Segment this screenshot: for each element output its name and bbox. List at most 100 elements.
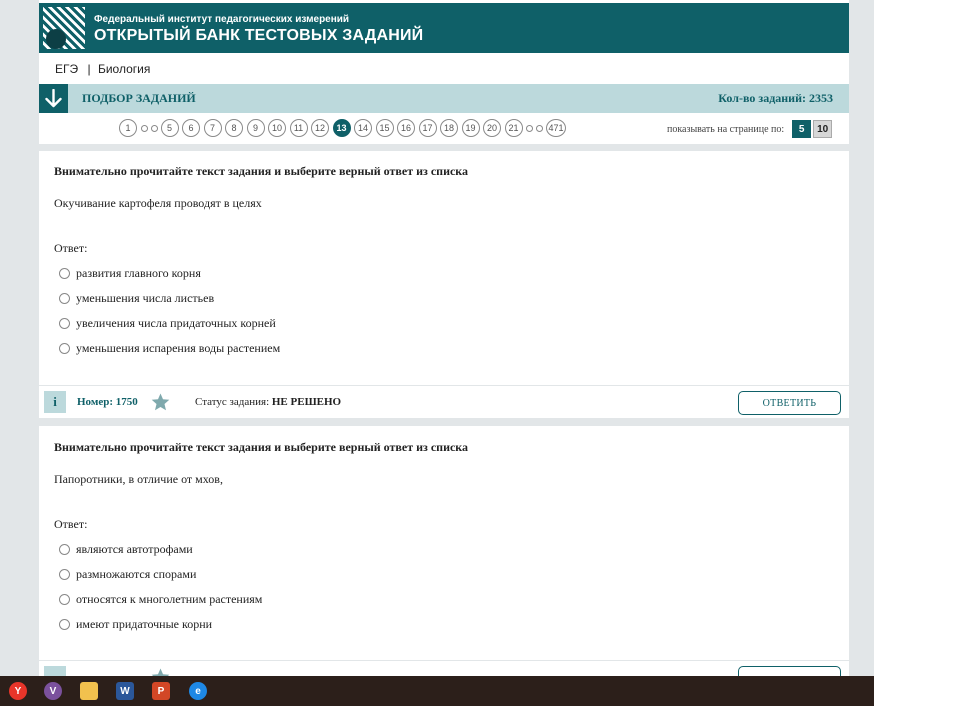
- answer-label: Ответ:: [54, 517, 88, 531]
- taskbar-app[interactable]: W: [110, 679, 140, 703]
- site-title[interactable]: ОТКРЫТЫЙ БАНК ТЕСТОВЫХ ЗАДАНИЙ: [94, 27, 423, 45]
- breadcrumb-separator: |: [87, 62, 91, 76]
- fipi-logo-icon[interactable]: [43, 7, 85, 49]
- taskbar-app[interactable]: Y: [3, 679, 33, 703]
- radio-button[interactable]: [59, 293, 70, 304]
- task-instruction: Внимательно прочитайте текст задания и в…: [54, 440, 469, 454]
- org-name: Федеральный институт педагогических изме…: [94, 14, 350, 25]
- radio-button[interactable]: [59, 318, 70, 329]
- per-page-option-5[interactable]: 5: [792, 120, 812, 138]
- answer-option[interactable]: являются автотрофами: [59, 542, 193, 557]
- page-link[interactable]: 20: [483, 119, 501, 137]
- task-selection-title[interactable]: ПОДБОР ЗАДАНИЙ: [82, 91, 196, 106]
- file-explorer-icon[interactable]: [80, 682, 98, 700]
- answer-option-text: развития главного корня: [76, 266, 201, 280]
- page-link[interactable]: 18: [440, 119, 458, 137]
- answer-option[interactable]: размножаются спорами: [59, 567, 196, 582]
- pagination-ellipsis-dot: [150, 124, 158, 132]
- per-page-option-10[interactable]: 10: [813, 120, 833, 138]
- task-footer: i Номер: 1750 Статус задания: НЕ РЕШЕНО …: [39, 385, 849, 418]
- pagination-ellipsis-dot: [526, 124, 533, 132]
- answer-option[interactable]: увеличения числа придаточных корней: [59, 316, 276, 331]
- answer-button[interactable]: [738, 666, 841, 676]
- breadcrumb-subject[interactable]: Биология: [98, 62, 150, 76]
- powerpoint-icon[interactable]: P: [152, 682, 170, 700]
- breadcrumb: ЕГЭ | Биология: [55, 62, 150, 76]
- page-link[interactable]: 7: [203, 119, 222, 137]
- answer-option[interactable]: развития главного корня: [59, 266, 201, 281]
- page-link[interactable]: 14: [354, 119, 372, 137]
- page-link-current[interactable]: 13: [332, 119, 351, 137]
- page-link[interactable]: 1: [119, 119, 137, 137]
- page-link[interactable]: 15: [375, 119, 394, 137]
- answer-option-text: уменьшения испарения воды растением: [76, 341, 281, 355]
- yandex-browser-icon[interactable]: Y: [9, 682, 27, 700]
- answer-option[interactable]: имеют придаточные корни: [59, 617, 212, 632]
- task-status-label: Статус задания:: [195, 396, 270, 408]
- page-link[interactable]: 5: [160, 119, 179, 137]
- page-link[interactable]: 16: [397, 119, 415, 137]
- pagination: 1 5 6 7 8 9 10 11 12 13 14 15 16 17 18 1…: [119, 119, 570, 137]
- task-number: Номер: 1750: [77, 396, 138, 408]
- answer-option-text: являются автотрофами: [76, 542, 193, 556]
- windows-taskbar: Y V W P e: [0, 676, 874, 706]
- answer-option-text: имеют придаточные корни: [76, 617, 213, 631]
- radio-button[interactable]: [59, 343, 70, 354]
- answer-option-text: относятся к многолетним растениям: [76, 592, 263, 606]
- radio-button[interactable]: [59, 619, 70, 630]
- word-icon[interactable]: W: [116, 682, 134, 700]
- taskbar-app[interactable]: V: [38, 679, 68, 703]
- page-link[interactable]: 9: [246, 119, 265, 137]
- edge-legacy-icon[interactable]: e: [189, 682, 207, 700]
- site-header: Федеральный институт педагогических изме…: [39, 3, 849, 53]
- info-icon[interactable]: [44, 666, 66, 676]
- per-page-selector: показывать на странице по: 5 10: [667, 120, 833, 138]
- logo-disc: [46, 29, 66, 49]
- info-icon[interactable]: i: [44, 391, 66, 413]
- page-link[interactable]: 17: [418, 119, 437, 137]
- answer-option[interactable]: уменьшения испарения воды растением: [59, 341, 280, 356]
- task-status: Статус задания: НЕ РЕШЕНО: [195, 396, 341, 408]
- task-question: Окучивание картофеля проводят в целях: [54, 196, 262, 210]
- radio-button[interactable]: [59, 544, 70, 555]
- radio-button[interactable]: [59, 569, 70, 580]
- task-count: Кол-во заданий: 2353: [718, 91, 833, 105]
- task-status-value: НЕ РЕШЕНО: [271, 396, 342, 408]
- page-link[interactable]: 6: [182, 119, 200, 137]
- page-link[interactable]: 21: [504, 119, 523, 137]
- pagination-ellipsis-dot: [536, 124, 543, 132]
- answer-option-text: уменьшения числа листьев: [76, 291, 215, 305]
- divider: [39, 418, 849, 426]
- radio-button[interactable]: [59, 594, 70, 605]
- taskbar-app[interactable]: P: [146, 679, 176, 703]
- per-page-label: показывать на странице по:: [667, 123, 785, 135]
- breadcrumb-exam[interactable]: ЕГЭ: [55, 62, 78, 76]
- radio-button[interactable]: [59, 268, 70, 279]
- taskbar-app[interactable]: [74, 679, 104, 703]
- task-selection-bar[interactable]: ПОДБОР ЗАДАНИЙ Кол-во заданий: 2353: [39, 84, 849, 113]
- page-link[interactable]: 12: [311, 119, 329, 137]
- viber-icon[interactable]: V: [44, 682, 62, 700]
- answer-label: Ответ:: [54, 241, 88, 255]
- page-link[interactable]: 11: [289, 119, 308, 137]
- task-card: Внимательно прочитайте текст задания и в…: [39, 426, 849, 658]
- answer-option[interactable]: уменьшения числа листьев: [59, 291, 214, 306]
- task-card: Внимательно прочитайте текст задания и в…: [39, 151, 849, 383]
- answer-button[interactable]: ОТВЕТИТЬ: [738, 391, 841, 415]
- answer-option[interactable]: относятся к многолетним растениям: [59, 592, 262, 607]
- task-question: Папоротники, в отличие от мхов,: [54, 472, 223, 486]
- star-icon[interactable]: [151, 393, 170, 411]
- page-link[interactable]: 19: [461, 119, 480, 137]
- star-icon[interactable]: [151, 668, 170, 676]
- page-link[interactable]: 8: [225, 119, 243, 137]
- answer-option-text: размножаются спорами: [76, 567, 197, 581]
- arrow-down-icon[interactable]: [39, 84, 68, 113]
- pagination-ellipsis-dot: [140, 124, 148, 132]
- task-instruction: Внимательно прочитайте текст задания и в…: [54, 164, 469, 178]
- page: Федеральный институт педагогических изме…: [39, 0, 849, 676]
- browser-viewport: Федеральный институт педагогических изме…: [0, 0, 874, 706]
- page-link[interactable]: 10: [268, 119, 286, 137]
- taskbar-app[interactable]: e: [183, 679, 213, 703]
- divider: [39, 144, 849, 151]
- page-link-last[interactable]: 471: [546, 119, 566, 137]
